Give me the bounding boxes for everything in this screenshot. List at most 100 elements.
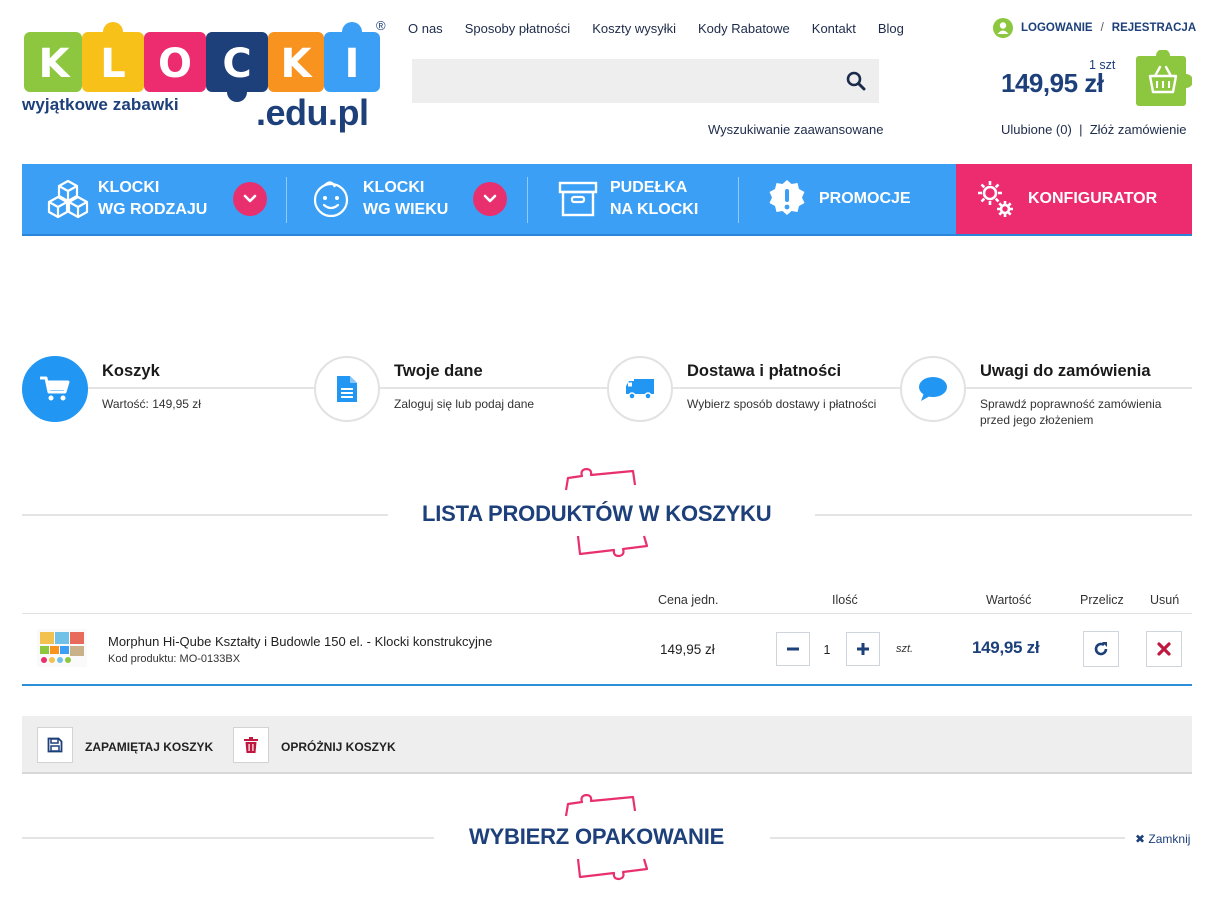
- refresh-icon: [1094, 642, 1108, 656]
- close-label: Zamknij: [1148, 832, 1191, 846]
- search-button[interactable]: [840, 66, 872, 96]
- category-line1: KLOCKI: [363, 179, 425, 196]
- close-icon: [1157, 642, 1171, 656]
- step-description-line: przed jego złożeniem: [980, 413, 1094, 427]
- save-cart-button[interactable]: [37, 727, 73, 763]
- step-description: Sprawdź poprawność zamówienia przed jego…: [980, 396, 1161, 428]
- shortcut-separator: |: [1079, 122, 1083, 137]
- registered-mark: ®: [376, 18, 386, 33]
- puzzle-ornament-icon: [576, 535, 649, 558]
- category-boxes[interactable]: PUDEŁKA NA KLOCKI: [528, 164, 739, 234]
- favorites-link[interactable]: Ulubione (0): [1001, 122, 1072, 137]
- category-configurator[interactable]: KONFIGURATOR: [956, 164, 1192, 234]
- floppy-disk-icon: [47, 737, 63, 753]
- column-quantity: Ilość: [832, 593, 858, 607]
- quantity-input[interactable]: 1: [812, 643, 842, 657]
- table-header-divider: [22, 613, 1192, 614]
- user-shortcuts: Ulubione (0) | Złóż zamówienie: [1001, 122, 1187, 137]
- logo-letter-k: K: [39, 41, 72, 87]
- box-icon: [556, 177, 600, 221]
- product-thumbnail[interactable]: [36, 628, 88, 668]
- search-input[interactable]: [412, 59, 879, 103]
- step-circle: [22, 356, 88, 422]
- clear-cart-label[interactable]: OPRÓŻNIJ KOSZYK: [281, 740, 396, 754]
- quantity-unit: szt.: [896, 643, 914, 655]
- promo-badge-icon: [765, 177, 809, 221]
- category-line2: WG WIEKU: [363, 201, 449, 218]
- logo-tagline: wyjątkowe zabawki: [22, 95, 179, 114]
- category-by-type[interactable]: KLOCKI WG RODZAJU: [22, 164, 287, 234]
- clear-cart-button[interactable]: [233, 727, 269, 763]
- nav-link-blog[interactable]: Blog: [878, 21, 904, 36]
- chevron-down-icon[interactable]: [473, 182, 507, 216]
- column-recalculate: Przelicz: [1080, 593, 1124, 607]
- chat-bubble-icon: [919, 377, 947, 401]
- step-description: Zaloguj się lub podaj dane: [394, 397, 535, 411]
- nav-link-o-nas[interactable]: O nas: [408, 21, 443, 36]
- chevron-down-icon[interactable]: [233, 182, 267, 216]
- product-name-link[interactable]: Morphun Hi-Qube Kształty i Budowle 150 e…: [108, 634, 492, 649]
- category-label: PROMOCJE: [819, 188, 911, 210]
- nav-link-shipping[interactable]: Koszty wysyłki: [592, 21, 676, 36]
- quantity-increase-button[interactable]: [846, 632, 880, 666]
- category-label: PUDEŁKA NA KLOCKI: [610, 177, 698, 221]
- puzzle-ornament-icon: [576, 858, 649, 881]
- truck-icon: [626, 379, 654, 400]
- product-code: Kod produktu: MO-0133BX: [108, 653, 241, 665]
- user-icon: [993, 18, 1013, 38]
- category-line1: KLOCKI: [98, 179, 160, 196]
- logo-letter-l: L: [100, 41, 126, 87]
- basket-icon[interactable]: [1136, 50, 1192, 106]
- column-remove: Usuń: [1150, 593, 1180, 607]
- close-packaging-link[interactable]: ✖ Zamknij: [1135, 832, 1190, 846]
- plus-icon: [857, 643, 869, 655]
- document-icon: [337, 376, 357, 402]
- section-divider: [770, 837, 1125, 839]
- step-delivery-payment[interactable]: Dostawa i płatności Wybierz sposób dosta…: [607, 356, 876, 422]
- category-label: KLOCKI WG WIEKU: [363, 177, 473, 221]
- place-order-link[interactable]: Złóż zamówienie: [1090, 122, 1187, 137]
- category-label: KONFIGURATOR: [1028, 188, 1157, 210]
- baby-face-icon: [309, 177, 353, 221]
- step-description: Wybierz sposób dostawy i płatności: [687, 397, 877, 411]
- category-by-age[interactable]: KLOCKI WG WIEKU: [287, 164, 528, 234]
- gears-icon: [974, 177, 1018, 221]
- step-circle: [607, 356, 673, 422]
- section-divider: [22, 837, 434, 839]
- logo-letter-k2: K: [281, 41, 314, 87]
- step-title: Koszyk: [102, 362, 160, 380]
- nav-link-contact[interactable]: Kontakt: [812, 21, 856, 36]
- step-description-line: Sprawdź poprawność zamówienia: [980, 397, 1162, 411]
- step-circle: [314, 356, 380, 422]
- save-cart-label[interactable]: ZAPAMIĘTAJ KOSZYK: [85, 740, 213, 754]
- cart-icon: [40, 376, 70, 401]
- column-unit-price: Cena jedn.: [658, 593, 719, 607]
- login-link[interactable]: LOGOWANIE: [1021, 22, 1093, 34]
- trash-icon: [244, 737, 258, 753]
- logo-puzzle-pieces: [24, 22, 380, 102]
- table-bottom-divider: [22, 684, 1192, 686]
- puzzle-ornament-icon: [564, 794, 637, 817]
- step-title: Dostawa i płatności: [687, 362, 842, 380]
- cart-total[interactable]: 149,95 zł: [1001, 68, 1104, 99]
- nav-link-discount-codes[interactable]: Kody Rabatowe: [698, 21, 790, 36]
- step-cart[interactable]: Koszyk Wartość: 149,95 zł: [22, 356, 201, 422]
- remove-item-button[interactable]: [1146, 631, 1182, 667]
- step-title: Uwagi do zamówienia: [980, 362, 1151, 380]
- step-your-data[interactable]: Twoje dane Zaloguj się lub podaj dane: [314, 356, 534, 422]
- advanced-search-link[interactable]: Wyszukiwanie zaawansowane: [708, 122, 883, 137]
- step-order-notes[interactable]: Uwagi do zamówienia Sprawdź poprawność z…: [900, 356, 1161, 428]
- step-description: Wartość: 149,95 zł: [102, 397, 201, 411]
- quantity-decrease-button[interactable]: [776, 632, 810, 666]
- register-link[interactable]: REJESTRACJA: [1112, 22, 1196, 34]
- packaging-title: WYBIERZ OPAKOWANIE: [469, 824, 725, 849]
- logo-letter-o: O: [158, 41, 192, 87]
- step-circle: [900, 356, 966, 422]
- category-promotions[interactable]: PROMOCJE: [739, 164, 956, 234]
- logo-letter-c: C: [222, 41, 251, 87]
- category-menu: KLOCKI WG RODZAJU KLOCKI WG WIEKU PUDEŁK…: [22, 164, 1192, 236]
- unit-price: 149,95 zł: [660, 642, 715, 657]
- category-line1: PROMOCJE: [819, 190, 911, 207]
- nav-link-payments[interactable]: Sposoby płatności: [465, 21, 571, 36]
- recalculate-button[interactable]: [1083, 631, 1119, 667]
